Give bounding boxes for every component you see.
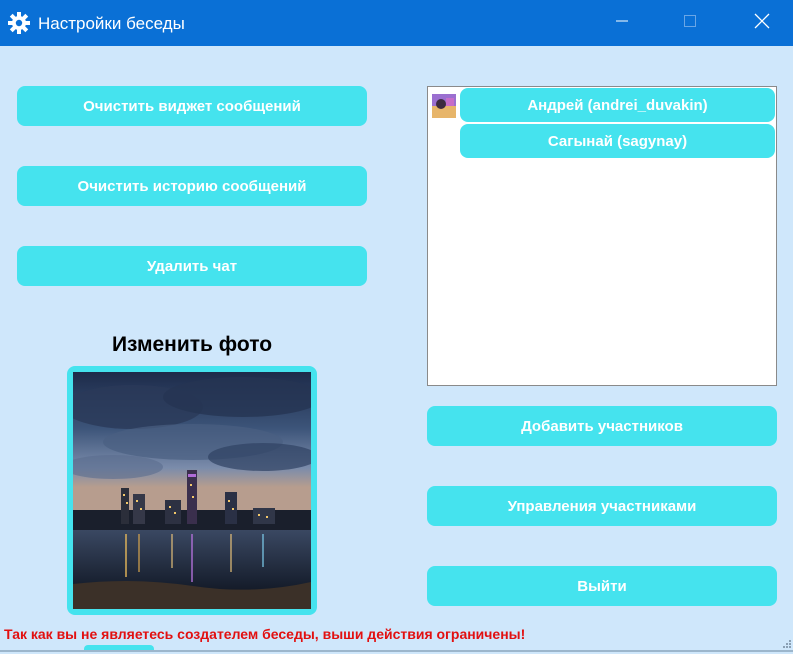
clear-history-button[interactable]: Очистить историю сообщений: [17, 166, 367, 206]
participant-item[interactable]: Сагынай (sagynay): [460, 124, 775, 158]
chat-photo[interactable]: [67, 366, 317, 615]
permission-warning: Так как вы не являетесь создателем бесед…: [4, 626, 526, 642]
delete-chat-button[interactable]: Удалить чат: [17, 246, 367, 286]
clear-widget-button[interactable]: Очистить виджет сообщений: [17, 86, 367, 126]
participant-item[interactable]: Андрей (andrei_duvakin): [460, 88, 775, 122]
close-icon: [754, 13, 770, 34]
resize-grip-icon[interactable]: [782, 636, 792, 648]
maximize-icon: [683, 14, 697, 33]
participants-list[interactable]: Андрей (andrei_duvakin) Сагынай (sagynay…: [427, 86, 777, 386]
minimize-button[interactable]: [600, 8, 644, 38]
close-button[interactable]: [740, 8, 784, 38]
gear-icon: [8, 12, 30, 34]
chat-photo-image: [73, 372, 311, 609]
manage-participants-button[interactable]: Управления участниками: [427, 486, 777, 526]
title-bar: Настройки беседы: [0, 0, 793, 46]
window-title: Настройки беседы: [38, 14, 185, 33]
maximize-button[interactable]: [668, 8, 712, 38]
add-participants-button[interactable]: Добавить участников: [427, 406, 777, 446]
change-photo-label: Изменить фото: [111, 333, 273, 356]
leave-button[interactable]: Выйти: [427, 566, 777, 606]
minimize-icon: [615, 14, 629, 33]
participant-avatar: [432, 94, 456, 118]
